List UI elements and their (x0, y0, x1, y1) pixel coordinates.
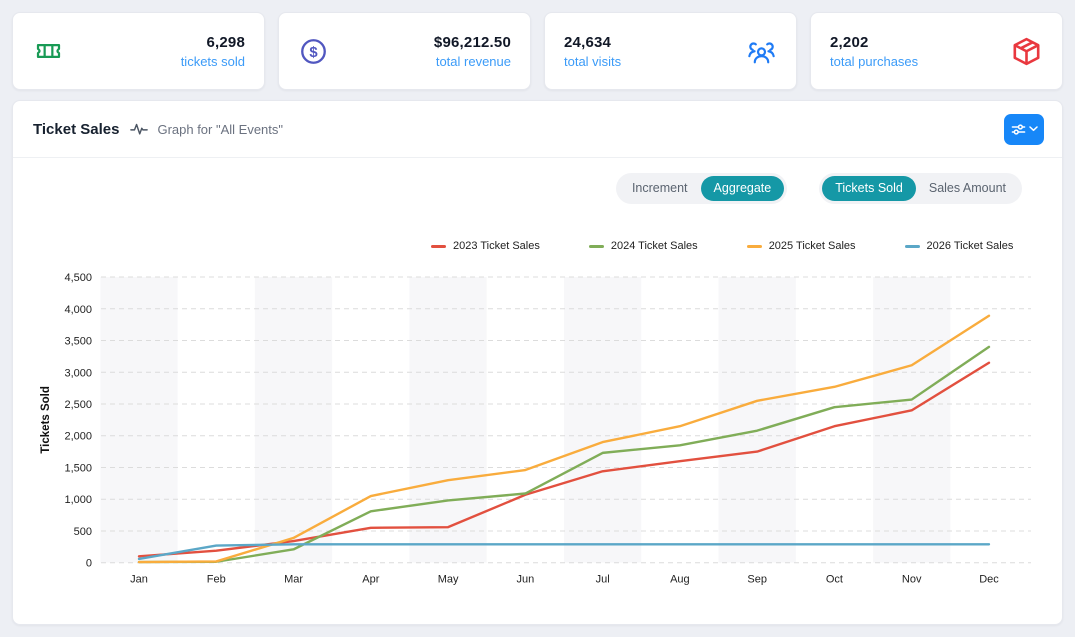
y-tick-label: 3,000 (64, 367, 92, 379)
toggle-option-tickets-sold[interactable]: Tickets Sold (822, 176, 916, 201)
package-icon (1010, 35, 1043, 68)
stat-value: 24,634 (564, 34, 621, 51)
toggle-option-sales-amount[interactable]: Sales Amount (916, 176, 1019, 201)
metric-toggle-group: Tickets Sold Sales Amount (819, 173, 1022, 204)
legend-item[interactable]: 2023 Ticket Sales (431, 240, 540, 252)
chart-subtitle: Graph for "All Events" (157, 122, 283, 137)
ticket-sales-panel: Ticket Sales Graph for "All Events" (12, 100, 1063, 625)
stat-card-total-visits: 24,634 total visits (544, 12, 797, 90)
legend-swatch (431, 245, 446, 248)
chart-settings-button[interactable] (1004, 114, 1044, 145)
legend-label: 2025 Ticket Sales (769, 240, 856, 252)
y-tick-label: 2,000 (64, 431, 92, 443)
legend-swatch (589, 245, 604, 248)
y-tick-label: 2,500 (64, 399, 92, 411)
month-stripe (564, 277, 641, 563)
y-tick-label: 0 (86, 558, 92, 570)
x-tick-label: Jul (596, 574, 610, 586)
activity-icon (130, 122, 148, 136)
x-tick-label: May (438, 574, 459, 586)
dollar-circle-icon: $ (298, 36, 329, 67)
toggle-option-aggregate[interactable]: Aggregate (701, 176, 785, 201)
stat-card-total-purchases: 2,202 total purchases (810, 12, 1063, 90)
month-stripe (100, 277, 177, 563)
chart-title: Ticket Sales (33, 121, 119, 138)
stat-label: total visits (564, 54, 621, 69)
stat-label: total purchases (830, 54, 918, 69)
stat-value: $96,212.50 (434, 34, 511, 51)
legend-label: 2023 Ticket Sales (453, 240, 540, 252)
sliders-icon (1011, 123, 1026, 136)
stat-label: tickets sold (181, 54, 245, 69)
x-tick-label: Jun (516, 574, 534, 586)
ticket-icon (32, 37, 65, 65)
users-icon (746, 38, 777, 65)
y-tick-label: 1,500 (64, 462, 92, 474)
stat-value: 2,202 (830, 34, 918, 51)
x-tick-label: Apr (362, 574, 379, 586)
x-tick-label: Mar (284, 574, 303, 586)
stat-label: total revenue (434, 54, 511, 69)
legend-item[interactable]: 2024 Ticket Sales (589, 240, 698, 252)
legend-item[interactable]: 2025 Ticket Sales (747, 240, 856, 252)
stat-card-total-revenue: $ $96,212.50 total revenue (278, 12, 531, 90)
y-tick-label: 3,500 (64, 336, 92, 348)
y-axis-title: Tickets Sold (40, 386, 52, 454)
chart-controls: Increment Aggregate Tickets Sold Sales A… (616, 173, 1022, 204)
y-tick-label: 4,500 (64, 272, 92, 284)
toggle-option-increment[interactable]: Increment (619, 176, 701, 201)
x-tick-label: Feb (207, 574, 226, 586)
month-stripe (873, 277, 950, 563)
x-tick-label: Sep (747, 574, 767, 586)
legend-swatch (905, 245, 920, 248)
x-tick-label: Nov (902, 574, 922, 586)
y-tick-label: 500 (74, 526, 92, 538)
legend-item[interactable]: 2026 Ticket Sales (905, 240, 1014, 252)
mode-toggle-group: Increment Aggregate (616, 173, 787, 204)
month-stripe (719, 277, 796, 563)
stat-card-tickets-sold: 6,298 tickets sold (12, 12, 265, 90)
legend-label: 2026 Ticket Sales (927, 240, 1014, 252)
chevron-down-icon (1029, 126, 1038, 132)
chart-legend: 2023 Ticket Sales 2024 Ticket Sales 2025 T… (431, 240, 1013, 252)
legend-label: 2024 Ticket Sales (611, 240, 698, 252)
y-tick-label: 1,000 (64, 494, 92, 506)
svg-text:$: $ (309, 44, 318, 60)
month-stripe (409, 277, 486, 563)
stat-value: 6,298 (181, 34, 245, 51)
chart-header: Ticket Sales Graph for "All Events" (13, 101, 1062, 158)
stats-row: 6,298 tickets sold $ $96,212.50 total re… (12, 12, 1063, 90)
x-tick-label: Dec (979, 574, 999, 586)
legend-swatch (747, 245, 762, 248)
x-tick-label: Jan (130, 574, 148, 586)
month-stripe (255, 277, 332, 563)
ticket-sales-line-chart: 0 500 1,000 1,500 2,000 2,500 3,000 3,500 4,000 4… (13, 261, 1064, 596)
x-tick-label: Oct (826, 574, 843, 586)
x-tick-label: Aug (670, 574, 690, 586)
y-tick-label: 4,000 (64, 304, 92, 316)
